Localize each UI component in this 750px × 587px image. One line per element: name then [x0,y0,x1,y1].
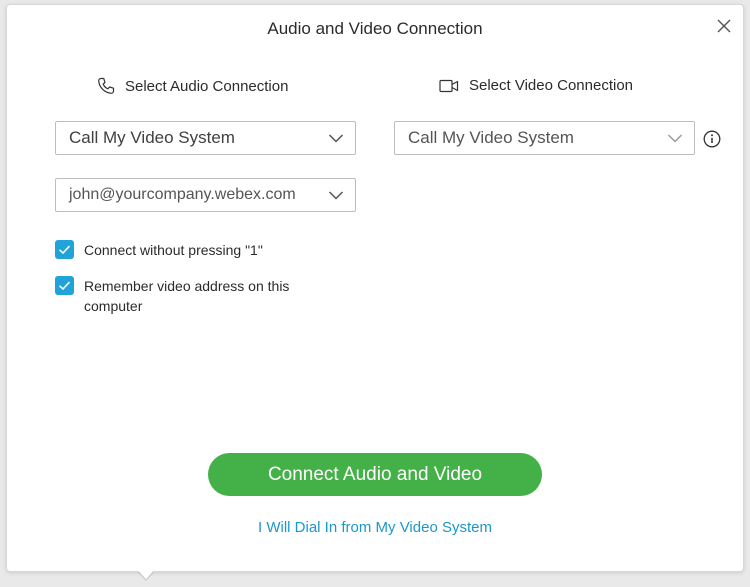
connect-audio-video-button[interactable]: Connect Audio and Video [208,453,542,496]
chevron-down-icon [328,191,344,200]
audio-connection-value: Call My Video System [69,128,235,147]
phone-icon [98,77,115,94]
checkmark-icon [58,281,71,291]
connect-without-pressing-option: Connect without pressing "1" [55,240,263,260]
dial-in-link-label: I Will Dial In from My Video System [258,519,492,536]
remember-address-option: Remember video address on this computer [55,276,315,316]
connect-without-pressing-checkbox[interactable] [55,240,74,259]
connect-without-pressing-label: Connect without pressing "1" [84,242,263,258]
dial-in-link[interactable]: I Will Dial In from My Video System [7,519,743,536]
checkmark-icon [58,245,71,255]
video-address-select[interactable]: john@yourcompany.webex.com [55,178,356,212]
chevron-down-icon [328,134,344,143]
remember-address-label: Remember video address on this computer [84,278,290,314]
audio-connection-select[interactable]: Call My Video System [55,121,356,155]
info-icon [703,130,721,148]
video-section-heading: Select Video Connection [439,77,633,94]
video-connection-select[interactable]: Call My Video System [394,121,695,155]
video-connection-value: Call My Video System [408,128,574,147]
close-icon [717,19,731,33]
dialog-title: Audio and Video Connection [267,19,483,38]
close-button[interactable] [715,17,733,35]
camera-icon [439,79,459,92]
audio-section-heading: Select Audio Connection [97,77,288,95]
info-button[interactable] [703,130,721,148]
audio-heading-label: Select Audio Connection [125,77,289,95]
dialog-pointer [134,566,158,579]
remember-address-checkbox[interactable] [55,276,74,295]
video-address-value: john@yourcompany.webex.com [69,186,296,203]
video-heading-label: Select Video Connection [469,77,634,94]
audio-video-dialog: Audio and Video Connection Select Audio … [6,4,744,572]
chevron-down-icon [667,134,683,143]
